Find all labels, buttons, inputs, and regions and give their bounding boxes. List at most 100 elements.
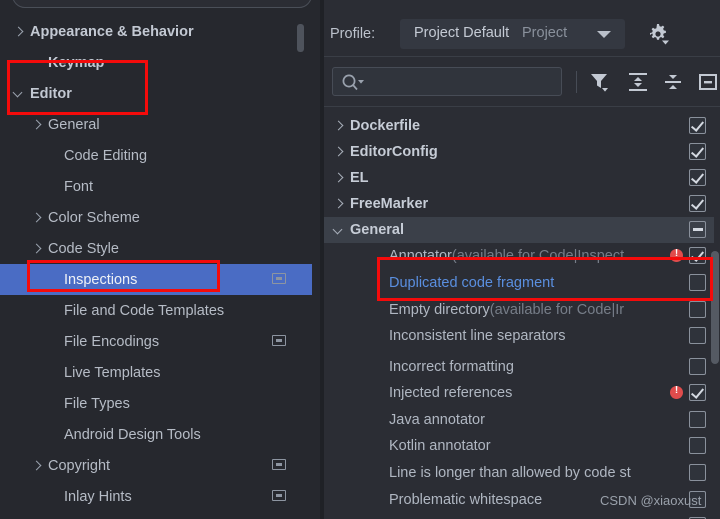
inspection-checkbox[interactable] (689, 384, 706, 401)
sidebar-item-color-scheme[interactable]: Color Scheme (0, 202, 312, 233)
settings-sidebar: Appearance & Behavior Keymap Editor General… (0, 0, 320, 519)
inspection-name: Line is longer than allowed by code st (389, 465, 631, 481)
filter-icon[interactable] (588, 70, 612, 94)
inspections-search-input[interactable] (332, 67, 562, 96)
inspections-toolbar (324, 57, 720, 106)
sidebar-item-label: General (48, 116, 100, 133)
sidebar-item-file-and-code-templates[interactable]: File and Code Templates (0, 295, 312, 326)
inspection-row[interactable]: Qodana service message (324, 513, 714, 519)
chevron-right-icon[interactable] (30, 211, 44, 225)
inspection-checkbox[interactable] (689, 437, 706, 454)
profile-dropdown[interactable]: Project Default Project (400, 19, 625, 49)
sidebar-item-code-style[interactable]: Code Style (0, 233, 312, 264)
sidebar-item-file-types[interactable]: File Types (0, 388, 312, 419)
inspection-checkbox[interactable] (689, 195, 706, 212)
profile-scope: Project (522, 25, 568, 41)
inspection-name: EL (350, 170, 369, 186)
twisty-placeholder (46, 335, 60, 349)
inspection-name: Dockerfile (350, 118, 421, 134)
sidebar-item-keymap[interactable]: Keymap (0, 47, 312, 78)
chevron-right-icon[interactable] (331, 196, 347, 212)
project-scope-icon (272, 459, 286, 470)
sidebar-item-label: File Encodings (64, 333, 160, 350)
sidebar-item-label: Color Scheme (48, 209, 140, 226)
twisty-placeholder (46, 490, 60, 504)
inspection-row[interactable]: EL (324, 165, 714, 191)
twisty-placeholder (46, 304, 60, 318)
gear-icon[interactable] (644, 20, 672, 48)
collapse-all-icon[interactable] (661, 70, 685, 94)
twisty-placeholder (331, 385, 347, 401)
inspection-row[interactable]: Line is longer than allowed by code st (324, 460, 714, 486)
inspection-checkbox[interactable] (689, 301, 706, 318)
chevron-right-icon[interactable] (30, 118, 44, 132)
sidebar-item-appearance-behavior[interactable]: Appearance & Behavior (0, 16, 312, 47)
inspections-tree[interactable]: Dockerfile EditorConfig EL FreeMarker Genera… (324, 106, 720, 519)
inspection-checkbox[interactable] (689, 117, 706, 134)
inspection-checkbox[interactable] (689, 358, 706, 375)
inspection-row[interactable]: FreeMarker (324, 191, 714, 217)
twisty-placeholder (46, 366, 60, 380)
toggle-panel-icon[interactable] (696, 70, 720, 94)
inspection-checkbox[interactable] (689, 274, 706, 291)
twisty-placeholder (331, 302, 347, 318)
sidebar-item-label: Code Style (48, 240, 119, 257)
sidebar-search-input[interactable] (12, 0, 312, 8)
chevron-down-icon (597, 31, 611, 38)
inspection-checkbox[interactable] (689, 169, 706, 186)
inspection-checkbox[interactable] (689, 221, 706, 238)
sidebar-item-editor[interactable]: Editor (0, 78, 312, 109)
twisty-placeholder (331, 275, 347, 291)
twisty-placeholder (46, 149, 60, 163)
twisty-placeholder (331, 359, 347, 375)
sidebar-item-live-templates[interactable]: Live Templates (0, 357, 312, 388)
twisty-placeholder (46, 180, 60, 194)
chevron-right-icon[interactable] (30, 242, 44, 256)
inspection-checkbox[interactable] (689, 143, 706, 160)
sidebar-item-label: Font (64, 178, 94, 195)
chevron-right-icon[interactable] (331, 144, 347, 160)
inspection-name: Empty directory (389, 302, 490, 318)
inspection-checkbox[interactable] (689, 411, 706, 428)
inspection-name: Inconsistent line separators (389, 328, 566, 344)
sidebar-item-inlay-hints[interactable]: Inlay Hints (0, 481, 312, 512)
sidebar-item-copyright[interactable]: Copyright (0, 450, 312, 481)
inspection-checkbox[interactable] (689, 247, 706, 264)
sidebar-item-label: Code Editing (64, 147, 148, 164)
sidebar-item-code-editing[interactable]: Code Editing (0, 140, 312, 171)
inspection-row[interactable]: Injected references (324, 380, 714, 406)
inspection-checkbox[interactable] (689, 464, 706, 481)
inspections-scrollbar-thumb[interactable] (711, 251, 719, 364)
chevron-right-icon[interactable] (331, 118, 347, 134)
inspection-name: FreeMarker (350, 196, 429, 212)
watermark: CSDN @xiaoxust (600, 493, 702, 508)
chevron-right-icon[interactable] (331, 170, 347, 186)
twisty-placeholder (30, 56, 44, 70)
inspection-checkbox[interactable] (689, 327, 706, 344)
inspection-row[interactable]: Dockerfile (324, 113, 714, 139)
sidebar-item-font[interactable]: Font (0, 171, 312, 202)
chevron-right-icon[interactable] (30, 459, 44, 473)
inspection-row[interactable]: Duplicated code fragment (324, 270, 714, 296)
sidebar-item-general[interactable]: General (0, 109, 312, 140)
inspection-row[interactable]: Inconsistent line separators (324, 323, 714, 349)
sidebar-item-inspections[interactable]: Inspections (0, 264, 312, 295)
inspection-row[interactable]: Annotator (available for Code|Inspect (324, 243, 714, 269)
inspections-panel: Profile: Project Default Project Dockerf… (324, 0, 720, 519)
inspection-row[interactable]: Empty directory (available for Code|Ir (324, 297, 714, 323)
inspection-row[interactable]: Kotlin annotator (324, 433, 714, 459)
chevron-down-icon[interactable] (331, 222, 347, 238)
twisty-placeholder (331, 328, 347, 344)
inspection-name: Injected references (389, 385, 513, 401)
toolbar-separator (576, 71, 577, 93)
chevron-right-icon[interactable] (12, 25, 26, 39)
inspection-row[interactable]: Java annotator (324, 407, 714, 433)
sidebar-item-file-encodings[interactable]: File Encodings (0, 326, 312, 357)
inspection-row[interactable]: EditorConfig (324, 139, 714, 165)
inspection-row[interactable]: General (324, 217, 714, 243)
inspection-row[interactable]: Incorrect formatting (324, 354, 714, 380)
expand-all-icon[interactable] (626, 70, 650, 94)
sidebar-item-android-design-tools[interactable]: Android Design Tools (0, 419, 312, 450)
chevron-down-icon[interactable] (12, 87, 26, 101)
sidebar-item-label: Keymap (48, 54, 105, 71)
